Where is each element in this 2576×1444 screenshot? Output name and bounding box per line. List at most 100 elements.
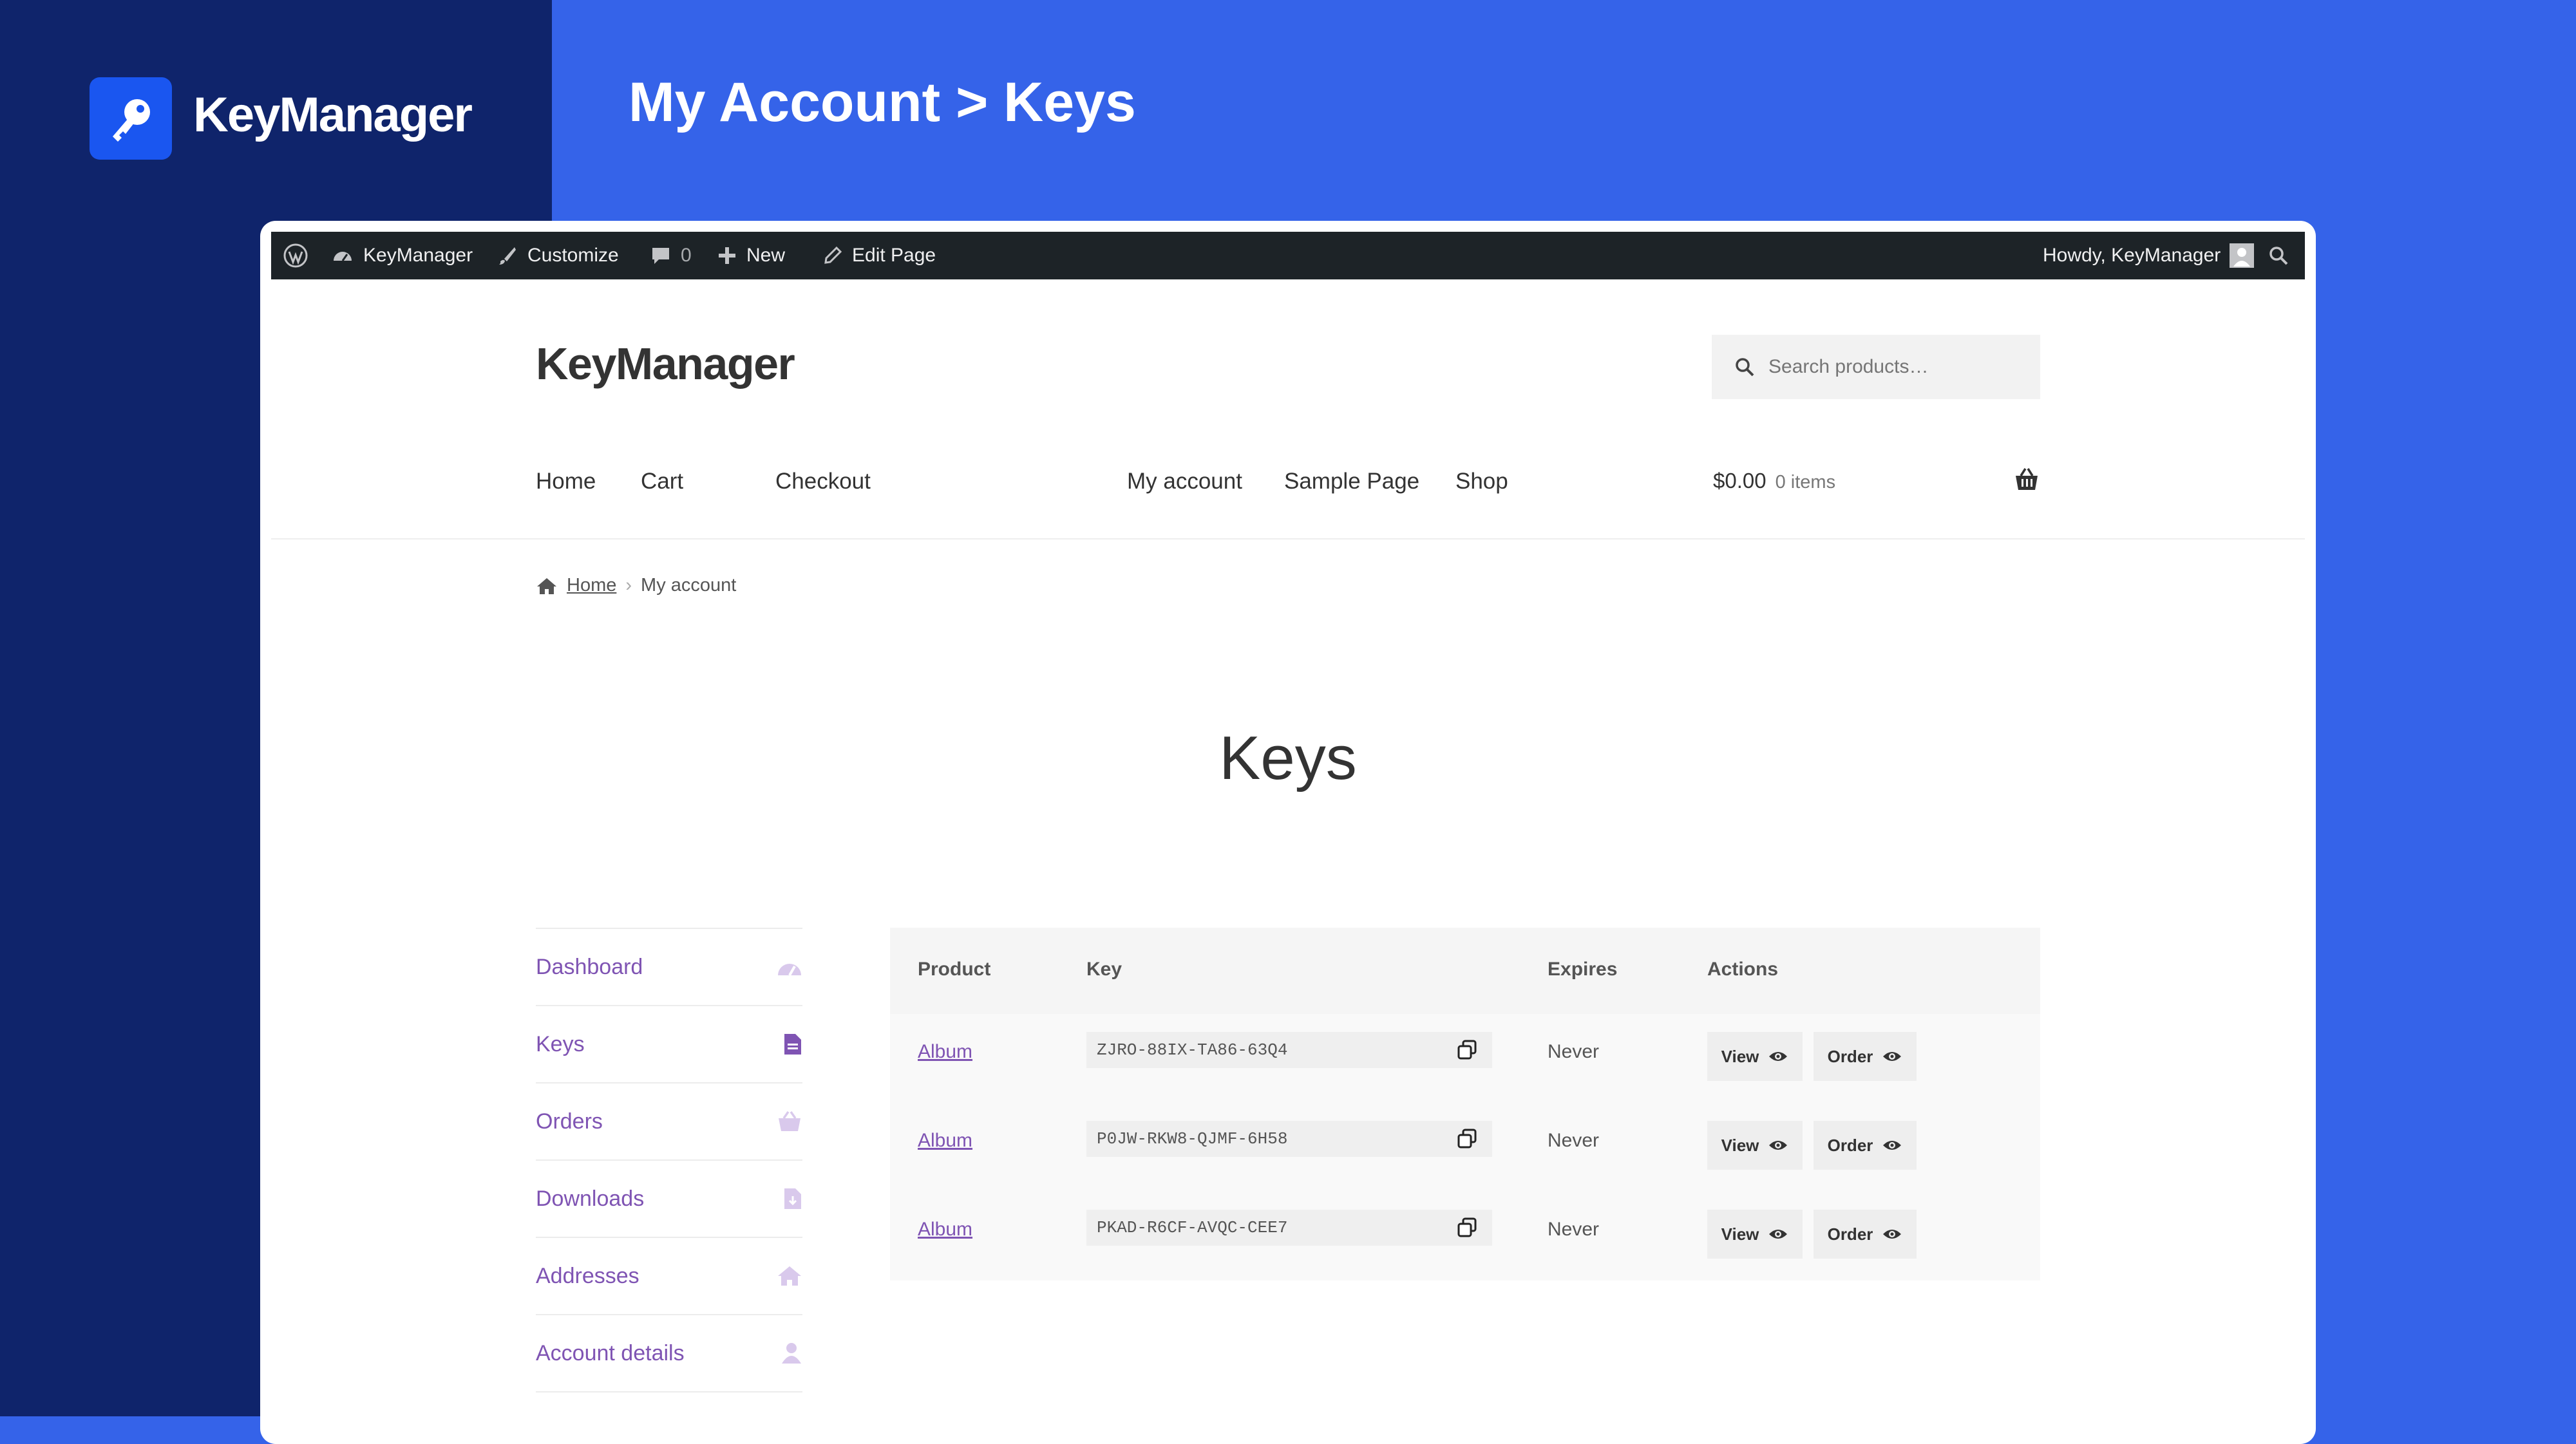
view-label: View bbox=[1721, 1224, 1759, 1244]
home-icon bbox=[778, 1266, 801, 1286]
nav-checkout[interactable]: Checkout bbox=[775, 469, 871, 494]
column-header-expires: Expires bbox=[1548, 959, 1618, 980]
admin-comments-count: 0 bbox=[681, 245, 692, 266]
column-header-key: Key bbox=[1086, 959, 1122, 980]
admin-edit-page-label: Edit Page bbox=[852, 245, 936, 266]
brand-name: KeyManager bbox=[193, 88, 473, 142]
nav-my-account[interactable]: My account bbox=[1127, 469, 1242, 494]
account-nav-dashboard[interactable]: Dashboard bbox=[536, 928, 802, 1005]
view-button[interactable]: View bbox=[1707, 1032, 1803, 1081]
nav-sample-page[interactable]: Sample Page bbox=[1284, 469, 1419, 494]
admin-site-link[interactable]: KeyManager bbox=[331, 232, 473, 279]
comment-icon bbox=[652, 248, 669, 264]
eye-icon bbox=[1769, 1230, 1788, 1239]
product-link[interactable]: Album bbox=[918, 1219, 972, 1241]
column-header-actions: Actions bbox=[1707, 959, 1779, 980]
key-logo-icon bbox=[90, 77, 172, 160]
admin-howdy-label: Howdy, KeyManager bbox=[2043, 245, 2221, 266]
order-label: Order bbox=[1827, 1046, 1873, 1066]
view-button[interactable]: View bbox=[1707, 1210, 1803, 1259]
home-icon bbox=[537, 577, 556, 594]
account-nav-downloads[interactable]: Downloads bbox=[536, 1159, 802, 1237]
license-key-field: PKAD-R6CF-AVQC-CEE7 bbox=[1086, 1210, 1492, 1246]
nav-home[interactable]: Home bbox=[536, 469, 596, 494]
product-search[interactable] bbox=[1712, 335, 2040, 399]
admin-edit-page-link[interactable]: Edit Page bbox=[822, 232, 936, 279]
order-button[interactable]: Order bbox=[1814, 1121, 1917, 1170]
eye-icon bbox=[1883, 1141, 1902, 1150]
admin-customize-link[interactable]: Customize bbox=[497, 232, 619, 279]
eye-icon bbox=[1769, 1141, 1788, 1150]
order-label: Order bbox=[1827, 1135, 1873, 1155]
table-header: Product Key Expires Actions bbox=[890, 928, 2040, 1014]
admin-new-label: New bbox=[746, 245, 786, 266]
account-nav-keys[interactable]: Keys bbox=[536, 1005, 802, 1082]
browser-window: KeyManager Customize 0 New Edit Page How… bbox=[260, 221, 2316, 1444]
license-key-field: P0JW-RKW8-QJMF-6H58 bbox=[1086, 1121, 1492, 1157]
license-key-value: P0JW-RKW8-QJMF-6H58 bbox=[1097, 1129, 1288, 1149]
account-nav-account-details[interactable]: Account details bbox=[536, 1314, 802, 1392]
view-label: View bbox=[1721, 1046, 1759, 1066]
avatar bbox=[2230, 243, 2255, 268]
license-key-value: PKAD-R6CF-AVQC-CEE7 bbox=[1097, 1218, 1288, 1237]
dashboard-gauge-icon bbox=[334, 252, 352, 261]
product-link[interactable]: Album bbox=[918, 1130, 972, 1152]
account-nav-label: Dashboard bbox=[536, 954, 643, 979]
account-nav-orders[interactable]: Orders bbox=[536, 1082, 802, 1159]
account-nav-label: Keys bbox=[536, 1031, 585, 1056]
table-row: Album ZJRO-88IX-TA86-63Q4 Never View Ord… bbox=[890, 1014, 2040, 1103]
search-input[interactable] bbox=[1768, 356, 2039, 378]
file-icon bbox=[784, 1034, 801, 1055]
order-button[interactable]: Order bbox=[1814, 1032, 1917, 1081]
copy-icon[interactable] bbox=[1456, 1128, 1478, 1150]
product-link[interactable]: Album bbox=[918, 1041, 972, 1063]
plus-icon bbox=[719, 247, 735, 264]
account-navigation: Dashboard Keys Orders Downloads Addresse… bbox=[536, 928, 802, 1392]
table-row: Album PKAD-R6CF-AVQC-CEE7 Never View Ord… bbox=[890, 1192, 2040, 1280]
download-file-icon bbox=[784, 1188, 801, 1209]
basket-icon[interactable] bbox=[2013, 467, 2040, 496]
page-heading: My Account > Keys bbox=[629, 71, 1136, 133]
expires-value: Never bbox=[1548, 1041, 1600, 1062]
site-title[interactable]: KeyManager bbox=[536, 338, 795, 389]
brush-icon bbox=[499, 247, 516, 265]
account-nav-label: Downloads bbox=[536, 1186, 645, 1211]
admin-search-icon[interactable] bbox=[2268, 232, 2289, 279]
expires-value: Never bbox=[1548, 1219, 1600, 1240]
order-button[interactable]: Order bbox=[1814, 1210, 1917, 1259]
view-button[interactable]: View bbox=[1707, 1121, 1803, 1170]
page-title: Keys bbox=[1219, 724, 1357, 792]
account-nav-addresses[interactable]: Addresses bbox=[536, 1237, 802, 1314]
order-label: Order bbox=[1827, 1224, 1873, 1244]
admin-comments-link[interactable]: 0 bbox=[650, 232, 692, 279]
expires-value: Never bbox=[1548, 1130, 1600, 1151]
header-divider bbox=[271, 538, 2305, 539]
copy-icon[interactable] bbox=[1456, 1039, 1478, 1061]
account-nav-label: Account details bbox=[536, 1340, 685, 1365]
eye-icon bbox=[1883, 1052, 1902, 1061]
eye-icon bbox=[1883, 1230, 1902, 1239]
table-row: Album P0JW-RKW8-QJMF-6H58 Never View Ord… bbox=[890, 1103, 2040, 1192]
dashboard-icon bbox=[778, 964, 801, 976]
search-icon bbox=[1736, 358, 1754, 377]
user-icon bbox=[782, 1343, 801, 1364]
keys-table: Product Key Expires Actions Album ZJRO-8… bbox=[890, 928, 2040, 1280]
account-nav-label: Addresses bbox=[536, 1263, 639, 1288]
basket-icon bbox=[779, 1111, 800, 1131]
wordpress-logo-icon[interactable] bbox=[283, 232, 308, 279]
cart-count: 0 items bbox=[1775, 472, 1836, 492]
account-nav-label: Orders bbox=[536, 1109, 603, 1134]
nav-shop[interactable]: Shop bbox=[1455, 469, 1508, 494]
admin-site-name: KeyManager bbox=[363, 245, 473, 266]
nav-cart[interactable]: Cart bbox=[641, 469, 683, 494]
pencil-icon bbox=[824, 246, 842, 264]
header-cart[interactable]: $0.00 0 items bbox=[1713, 469, 1835, 493]
license-key-value: ZJRO-88IX-TA86-63Q4 bbox=[1097, 1040, 1288, 1060]
admin-account-menu[interactable]: Howdy, KeyManager bbox=[2043, 232, 2255, 279]
breadcrumb-home-link[interactable]: Home bbox=[567, 575, 616, 596]
cart-total: $0.00 bbox=[1713, 469, 1766, 492]
breadcrumb: Home › My account bbox=[536, 575, 736, 596]
admin-new-link[interactable]: New bbox=[717, 232, 785, 279]
admin-customize-label: Customize bbox=[527, 245, 619, 266]
copy-icon[interactable] bbox=[1456, 1217, 1478, 1239]
